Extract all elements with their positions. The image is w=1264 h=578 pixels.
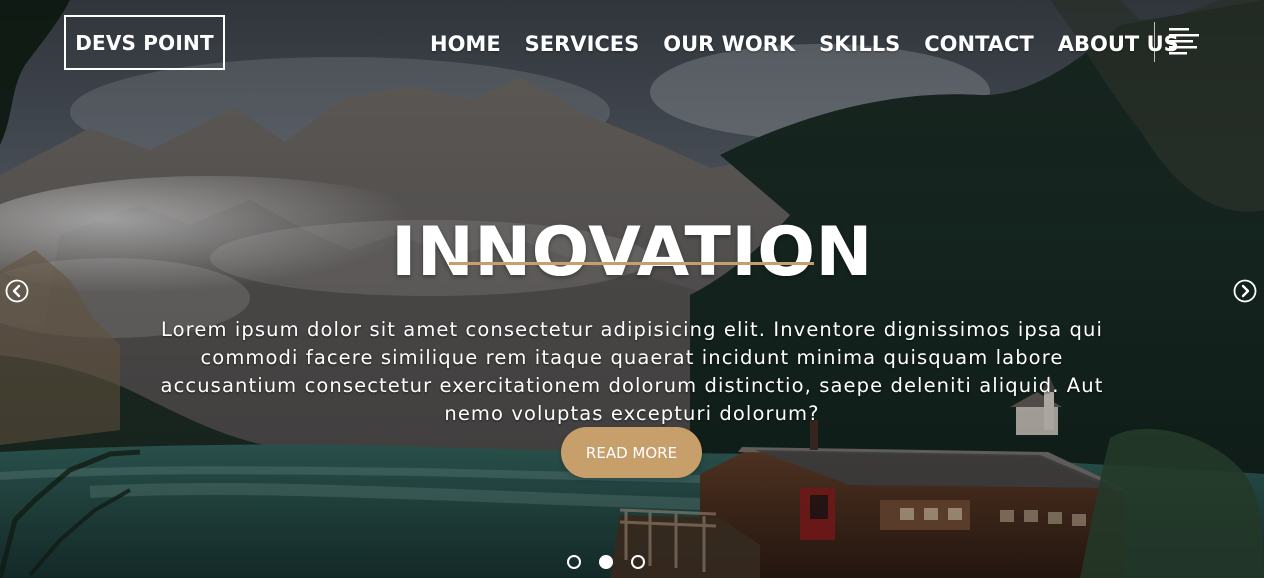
hero-title: INNOVATION — [391, 212, 873, 292]
hero-description: Lorem ipsum dolor sit amet consectetur a… — [160, 317, 1104, 425]
hamburger-menu-icon[interactable] — [1168, 27, 1200, 59]
nav-item-about-us[interactable]: ABOUT US — [1058, 30, 1179, 58]
main-navigation: HOME SERVICES OUR WORK SKILLS CONTACT AB… — [430, 30, 1179, 58]
carousel-dot-1[interactable] — [567, 555, 581, 569]
read-more-button[interactable]: READ MORE — [561, 427, 702, 478]
nav-item-contact[interactable]: CONTACT — [924, 30, 1034, 58]
hero-section: DEVS POINT HOME SERVICES OUR WORK SKILLS… — [0, 0, 1264, 578]
carousel-dot-2[interactable] — [599, 555, 613, 569]
brand-logo[interactable]: DEVS POINT — [64, 15, 225, 70]
title-underline — [449, 262, 814, 265]
carousel-dot-3[interactable] — [631, 555, 645, 569]
nav-item-home[interactable]: HOME — [430, 30, 501, 58]
nav-item-skills[interactable]: SKILLS — [819, 30, 900, 58]
nav-item-services[interactable]: SERVICES — [525, 30, 640, 58]
carousel-pagination — [567, 555, 645, 569]
nav-item-our-work[interactable]: OUR WORK — [663, 30, 795, 58]
nav-divider — [1154, 22, 1155, 62]
